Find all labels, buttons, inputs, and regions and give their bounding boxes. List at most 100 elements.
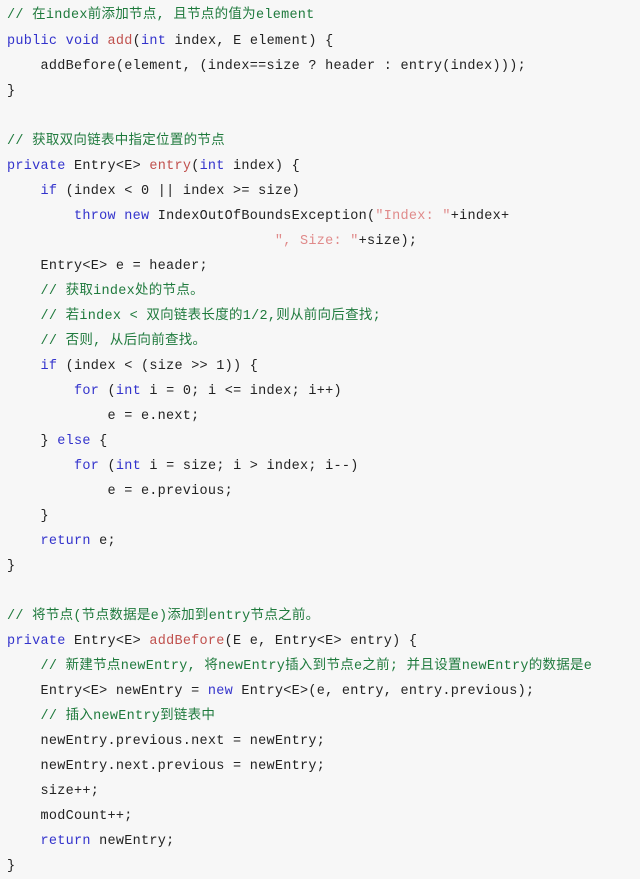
code-token-plain: index) {	[224, 159, 301, 174]
code-token-keyword: return	[40, 534, 91, 549]
code-token-keyword: void	[65, 34, 100, 49]
code-token-keyword: for	[73, 459, 100, 474]
code-token-plain: i = 0; i <= index; i++)	[140, 384, 342, 399]
code-token-comment: // 否则, 从后向前查找。	[40, 334, 207, 349]
code-line: size++;	[0, 779, 640, 804]
code-line: modCount++;	[0, 804, 640, 829]
code-token-plain: e = e.next;	[7, 409, 200, 424]
code-line: newEntry.previous.next = newEntry;	[0, 729, 640, 754]
code-token-plain: Entry<E>(e, entry, entry.previous);	[233, 684, 535, 699]
code-listing: // 在index前添加节点, 且节点的值为element public void…	[0, 0, 640, 874]
code-line: }	[0, 504, 640, 529]
code-token-plain: newEntry.previous.next = newEntry;	[7, 734, 326, 749]
code-token-keyword: public	[7, 34, 58, 49]
code-token-plain: +index+	[450, 209, 510, 224]
code-token-plain: e = e.previous;	[7, 484, 234, 499]
code-token-plain: Entry<E> newEntry =	[7, 684, 208, 699]
code-token-plain: (E e, Entry<E> entry) {	[224, 634, 418, 649]
code-token-keyword: int	[115, 384, 141, 399]
code-token-plain: Entry<E> e = header;	[7, 259, 208, 274]
code-line: public void add(int index, E element) {	[0, 29, 640, 54]
code-token-keyword: int	[140, 34, 167, 49]
code-line: addBefore(element, (index==size ? header…	[0, 54, 640, 79]
code-token-keyword: else	[57, 434, 91, 449]
code-line: if (index < 0 || index >= size)	[0, 179, 640, 204]
code-line: private Entry<E> entry(int index) {	[0, 154, 640, 179]
code-token-keyword: int	[115, 459, 141, 474]
code-line: Entry<E> newEntry = new Entry<E>(e, entr…	[0, 679, 640, 704]
code-line: }	[0, 554, 640, 579]
code-token-plain: size++;	[7, 784, 100, 799]
code-line: return newEntry;	[0, 829, 640, 854]
code-line: if (index < (size >> 1)) {	[0, 354, 640, 379]
code-token-comment: // 插入newEntry到链表中	[40, 709, 216, 724]
code-token-string: ", Size: "	[274, 234, 359, 249]
code-token-plain: (	[99, 384, 116, 399]
code-token-keyword: if	[40, 359, 58, 374]
code-token-plain: (index < (size >> 1)) {	[57, 359, 259, 374]
code-line: e = e.previous;	[0, 479, 640, 504]
code-token-plain: e;	[90, 534, 116, 549]
code-token-plain: i = size; i > index; i--)	[140, 459, 359, 474]
code-token-plain: }	[7, 434, 58, 449]
code-token-plain: }	[7, 84, 16, 99]
code-token-plain: +size);	[358, 234, 418, 249]
code-token-plain: newEntry;	[90, 834, 175, 849]
code-token-plain: index, E element) {	[166, 34, 334, 49]
code-token-method: add	[107, 34, 133, 49]
code-token-keyword: return	[40, 834, 91, 849]
code-line: // 插入newEntry到链表中	[0, 704, 640, 729]
code-line: newEntry.next.previous = newEntry;	[0, 754, 640, 779]
code-token-plain: addBefore(element, (index==size ? header…	[7, 59, 527, 74]
code-token-keyword: int	[199, 159, 225, 174]
code-token-plain: }	[7, 859, 16, 874]
code-line: }	[0, 79, 640, 104]
code-token-comment: // 新建节点newEntry, 将newEntry插入到节点e之前; 并且设置…	[40, 659, 593, 674]
code-token-plain: (	[191, 159, 200, 174]
code-token-plain: }	[7, 509, 49, 524]
code-line: }	[0, 854, 640, 879]
code-token-comment: // 在index前添加节点, 且节点的值为element	[7, 8, 315, 23]
code-token-plain: modCount++;	[7, 809, 133, 824]
code-line: // 若index < 双向链表长度的1/2,则从前向后查找;	[0, 304, 640, 329]
code-token-plain: Entry<E>	[65, 634, 150, 649]
code-token-comment: // 将节点(节点数据是e)添加到entry节点之前。	[7, 609, 320, 624]
code-token-keyword: if	[40, 184, 58, 199]
code-token-keyword: private	[7, 159, 66, 174]
code-token-plain: Entry<E>	[65, 159, 150, 174]
code-line: ", Size: "+size);	[0, 229, 640, 254]
code-line: e = e.next;	[0, 404, 640, 429]
code-token-comment: // 若index < 双向链表长度的1/2,则从前向后查找;	[40, 309, 381, 324]
code-line: // 获取双向链表中指定位置的节点	[0, 129, 640, 154]
code-line: return e;	[0, 529, 640, 554]
code-line: private Entry<E> addBefore(E e, Entry<E>…	[0, 629, 640, 654]
code-token-keyword: for	[73, 384, 100, 399]
code-line: // 将节点(节点数据是e)添加到entry节点之前。	[0, 604, 640, 629]
code-token-string: "Index: "	[375, 209, 451, 224]
code-token-method: entry	[149, 159, 192, 174]
code-line: for (int i = size; i > index; i--)	[0, 454, 640, 479]
code-token-keyword: new	[207, 684, 234, 699]
code-token-plain: IndexOutOfBoundsException(	[149, 209, 376, 224]
code-token-plain: (	[132, 34, 141, 49]
code-token-plain: (	[99, 459, 116, 474]
code-token-keyword: throw	[73, 209, 116, 224]
code-token-plain: }	[7, 559, 16, 574]
code-line: // 新建节点newEntry, 将newEntry插入到节点e之前; 并且设置…	[0, 654, 640, 679]
code-token-comment: // 获取index处的节点。	[40, 284, 204, 299]
code-line: for (int i = 0; i <= index; i++)	[0, 379, 640, 404]
code-line: // 否则, 从后向前查找。	[0, 329, 640, 354]
